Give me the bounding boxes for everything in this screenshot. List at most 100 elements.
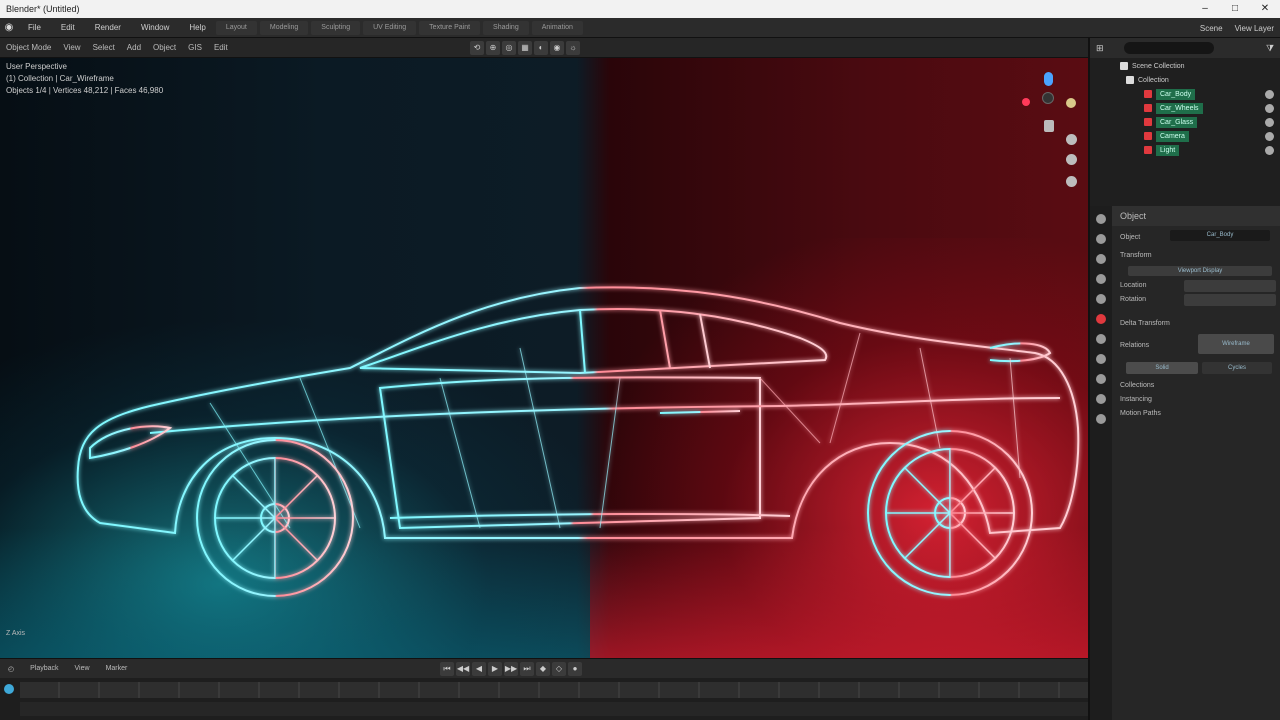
outliner-row[interactable]: Car_Body (1144, 88, 1196, 100)
mesh-icon (1144, 104, 1152, 112)
modifier-tab-icon[interactable] (1096, 334, 1106, 344)
shading-icon[interactable]: ◐ (534, 41, 548, 55)
y-axis-icon[interactable] (1066, 98, 1076, 108)
data-tab-icon[interactable] (1096, 394, 1106, 404)
header-add[interactable]: Add (121, 43, 147, 52)
wireframe-field[interactable]: Wireframe (1198, 334, 1274, 354)
physics-tab-icon[interactable] (1096, 354, 1106, 364)
header-gis[interactable]: GIS (182, 43, 208, 52)
workspace-tab[interactable]: Sculpting (311, 20, 361, 35)
play-icon[interactable]: ▶ (488, 662, 502, 676)
close-button[interactable]: ✕ (1250, 0, 1280, 18)
outliner-row[interactable]: Car_Wheels (1144, 102, 1203, 114)
menu-window[interactable]: Window (131, 23, 179, 32)
view-layer-label[interactable]: View Layer (1235, 24, 1274, 33)
eye-icon[interactable] (1265, 146, 1274, 155)
world-tab-icon[interactable] (1096, 294, 1106, 304)
light-icon[interactable]: ☼ (566, 41, 580, 55)
minimize-button[interactable]: – (1190, 0, 1220, 18)
outliner-row[interactable]: Scene Collection (1120, 60, 1185, 72)
location-field[interactable] (1184, 280, 1276, 292)
object-name-field[interactable]: Car_Body (1170, 230, 1270, 241)
record-icon[interactable]: ● (568, 662, 582, 676)
navigation-gizmo[interactable] (1016, 72, 1078, 202)
jump-end-icon[interactable]: ⏭ (520, 662, 534, 676)
car-window-pillar (579, 309, 711, 374)
play-reverse-icon[interactable]: ◀ (472, 662, 486, 676)
pan-icon[interactable] (1066, 154, 1077, 165)
keyframe-outline-icon[interactable]: ◇ (552, 662, 566, 676)
jump-start-icon[interactable]: ⏮ (440, 662, 454, 676)
eye-icon[interactable] (1265, 118, 1274, 127)
menu-file[interactable]: File (18, 23, 51, 32)
outliner-editor-icon[interactable]: ⊞ (1096, 43, 1104, 54)
prop-row: Rotation (1120, 296, 1147, 303)
outliner-row[interactable]: Light (1144, 144, 1180, 156)
3d-viewport[interactable]: User Perspective (1) Collection | Car_Wi… (0, 58, 1088, 658)
menu-edit[interactable]: Edit (51, 23, 85, 32)
render-tab-icon[interactable] (1096, 234, 1106, 244)
z-axis-icon[interactable] (1044, 72, 1053, 86)
overlay-icon[interactable]: ◉ (550, 41, 564, 55)
keyframe-icon[interactable]: ◆ (536, 662, 550, 676)
snap-icon[interactable]: ◎ (502, 41, 516, 55)
outliner-row-label: Scene Collection (1132, 62, 1185, 70)
timeline[interactable] (0, 678, 1088, 720)
prev-keyframe-icon[interactable]: ◀◀ (456, 662, 470, 676)
timeline-view[interactable]: View (67, 665, 98, 672)
camera-view-icon[interactable] (1044, 120, 1054, 132)
outliner-row[interactable]: Car_Glass (1144, 116, 1198, 128)
editor-type-icon[interactable]: ◴ (0, 665, 22, 673)
properties-panel: Object Object Car_Body Transform Viewpor… (1088, 206, 1280, 720)
scene-tab-icon[interactable] (1096, 274, 1106, 284)
eye-icon[interactable] (1265, 104, 1274, 113)
pivot-icon[interactable]: ⊕ (486, 41, 500, 55)
prop-row: Object (1120, 234, 1141, 241)
material-tab-icon[interactable] (1096, 414, 1106, 424)
timeline-scrollbar[interactable] (20, 702, 1088, 716)
workspace-tab[interactable]: Shading (483, 20, 529, 35)
search-input[interactable] (1123, 42, 1214, 54)
object-tab-icon[interactable] (1096, 314, 1106, 324)
next-keyframe-icon[interactable]: ▶▶ (504, 662, 518, 676)
output-tab-icon[interactable] (1096, 254, 1106, 264)
timeline-track[interactable] (20, 682, 1088, 698)
workspace-tab[interactable]: Modeling (259, 20, 309, 35)
workspace-tab[interactable]: Animation (531, 20, 583, 35)
light-icon (1144, 146, 1152, 154)
viewport-display-field[interactable]: Viewport Display (1128, 266, 1272, 276)
playhead-icon[interactable] (4, 684, 14, 694)
rotation-field[interactable] (1184, 294, 1276, 306)
grid-icon[interactable]: ▦ (518, 41, 532, 55)
tool-tab-icon[interactable] (1096, 214, 1106, 224)
header-object[interactable]: Object (147, 43, 182, 52)
playback-controls: ⏮ ◀◀ ◀ ▶ ▶▶ ⏭ ◆ ◇ ● (440, 662, 584, 676)
camera-icon[interactable] (1066, 176, 1077, 187)
car-sill (389, 512, 791, 519)
scene-label[interactable]: Scene (1200, 24, 1223, 33)
menu-render[interactable]: Render (85, 23, 131, 32)
filter-icon[interactable]: ⧩ (1266, 43, 1274, 54)
zoom-icon[interactable] (1066, 134, 1077, 145)
blender-logo-icon[interactable]: ◉ (0, 22, 18, 33)
eye-icon[interactable] (1265, 90, 1274, 99)
workspace-tab[interactable]: Texture Paint (419, 20, 481, 35)
maximize-button[interactable]: □ (1220, 0, 1250, 18)
cycles-field[interactable]: Cycles (1202, 362, 1272, 374)
mode-select[interactable]: Object Mode (0, 43, 57, 52)
workspace-tab[interactable]: Layout (215, 20, 257, 35)
timeline-marker[interactable]: Marker (98, 665, 136, 672)
transform-icon[interactable]: ⟲ (470, 41, 484, 55)
header-select[interactable]: Select (87, 43, 121, 52)
x-axis-icon[interactable] (1022, 98, 1030, 106)
timeline-playback[interactable]: Playback (22, 665, 66, 672)
menu-help[interactable]: Help (179, 23, 215, 32)
constraint-tab-icon[interactable] (1096, 374, 1106, 384)
header-edit[interactable]: Edit (208, 43, 234, 52)
header-view[interactable]: View (57, 43, 86, 52)
workspace-tab[interactable]: UV Editing (363, 20, 417, 35)
solid-field[interactable]: Solid (1126, 362, 1198, 374)
eye-icon[interactable] (1265, 132, 1274, 141)
outliner-row[interactable]: Camera (1144, 130, 1189, 142)
outliner-row[interactable]: Collection (1126, 74, 1169, 86)
